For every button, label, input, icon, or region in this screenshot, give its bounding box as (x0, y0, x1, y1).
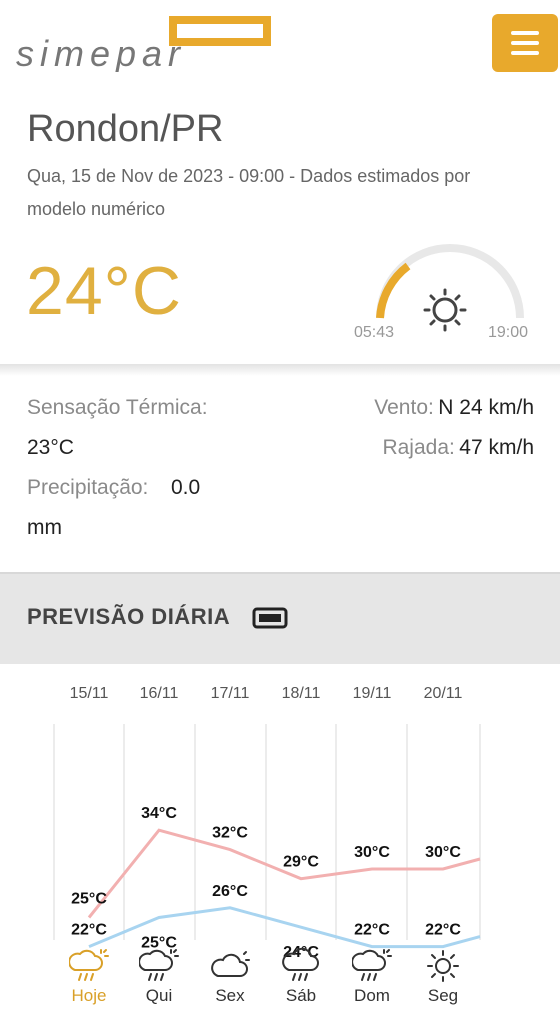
min-temp-label: 22°C (71, 922, 107, 939)
max-temp-label: 32°C (212, 825, 248, 842)
max-temp-label: 30°C (425, 844, 461, 861)
day-date-label: 18/11 (282, 685, 321, 702)
sun-icon (423, 288, 467, 332)
rotate-device-icon[interactable] (252, 606, 288, 630)
day-name-label[interactable]: Sex (195, 986, 265, 1006)
city-name: Rondon/PR (27, 108, 224, 150)
gust-row: Rajada: 47 km/h (382, 436, 534, 460)
hamburger-icon (511, 31, 539, 35)
date-subtitle: Qua, 15 de Nov de 2023 - 09:00 - Dados e… (27, 166, 471, 219)
max-temp-label: 29°C (283, 854, 319, 871)
sun-icon (423, 946, 463, 986)
max-temp-label: 30°C (354, 844, 390, 861)
sunrise-time: 05:43 (354, 324, 395, 341)
day-date-label: 20/11 (424, 685, 463, 702)
forecast-title: PREVISÃO DIÁRIA (27, 604, 231, 629)
precipitation-value: 0.0 (171, 476, 201, 499)
day-name-label[interactable]: Qui (124, 986, 194, 1006)
day-name-label[interactable]: Seg (408, 986, 478, 1006)
max-temp-label: 34°C (141, 805, 177, 822)
day-date-label: 19/11 (353, 685, 392, 702)
menu-button[interactable] (492, 14, 558, 72)
gust-value: 47 km/h (459, 436, 534, 459)
precipitation-unit: mm (27, 516, 62, 539)
wind-row: Vento: N 24 km/h (374, 396, 534, 420)
feels-like-value: 23°C (27, 436, 74, 459)
min-temp-label: 26°C (212, 883, 248, 900)
day-date-label: 17/11 (211, 685, 250, 702)
min-temp-label: 22°C (354, 922, 390, 939)
rain-sun-cloud-icon (138, 946, 179, 986)
gust-label: Rajada: (382, 436, 455, 459)
rain-sun-cloud-icon (68, 946, 109, 986)
max-temp-label: 25°C (71, 891, 107, 908)
section-divider (0, 364, 560, 376)
day-date-label: 15/11 (70, 685, 109, 702)
rain-cloud-icon (281, 946, 321, 986)
current-temperature: 24°C (26, 253, 182, 329)
simepar-logo[interactable]: simepar (14, 14, 276, 72)
day-name-label[interactable]: Hoje (54, 986, 124, 1006)
precipitation-label: Precipitação: (27, 476, 149, 499)
max-temp-series-line (87, 828, 481, 919)
wind-label: Vento: (374, 396, 434, 419)
sunset-time: 19:00 (488, 324, 529, 341)
feels-like-label: Sensação Térmica: (27, 396, 208, 419)
partly-cloudy-icon (210, 946, 250, 986)
min-temp-label: 22°C (425, 922, 461, 939)
rain-sun-cloud-icon (351, 946, 392, 986)
svg-text:simepar: simepar (16, 33, 186, 72)
day-name-label[interactable]: Sáb (266, 986, 336, 1006)
day-date-label: 16/11 (140, 685, 179, 702)
day-name-label[interactable]: Dom (337, 986, 407, 1006)
wind-value: N 24 km/h (438, 396, 534, 419)
app-header: simepar (0, 0, 560, 92)
